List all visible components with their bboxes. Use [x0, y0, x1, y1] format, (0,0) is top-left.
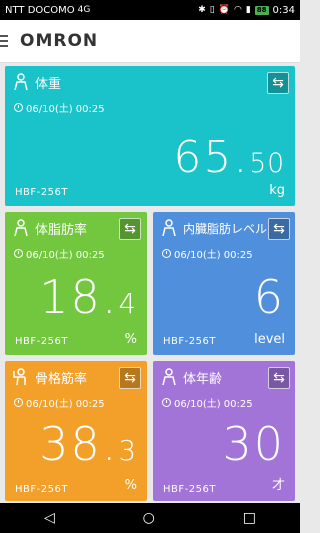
- clock-icon: [14, 249, 23, 258]
- carrier-label: NTT DOCOMO: [5, 4, 75, 16]
- swap-button[interactable]: ⇆: [268, 218, 290, 240]
- back-icon[interactable]: ◁: [44, 510, 55, 526]
- value-integer: 18.: [39, 270, 119, 324]
- card-title: 内臓脂肪レベル: [183, 221, 268, 236]
- device-label: HBF-256T: [163, 336, 216, 347]
- card-skeletal-muscle[interactable]: 骨格筋率 ⇆ 06/10(土) 00:25 38.3 % HBF-256T: [5, 361, 147, 501]
- unit-label: 才: [271, 478, 285, 493]
- system-nav-bar: ◁ ○ □: [0, 503, 300, 533]
- value-integer: 30: [222, 417, 285, 471]
- home-icon[interactable]: ○: [143, 510, 155, 526]
- measured-datetime: 06/10(土) 00:25: [26, 399, 105, 410]
- signal-icon: ▮: [245, 4, 251, 15]
- value-display: 6: [254, 274, 285, 320]
- battery-icon: 88: [254, 5, 269, 15]
- value-display: 38.3: [39, 421, 137, 467]
- bluetooth-icon: ✱: [198, 4, 206, 15]
- brand-logo: OMRON: [20, 31, 99, 51]
- swap-button[interactable]: ⇆: [267, 72, 289, 94]
- card-title: 体重: [35, 76, 62, 92]
- value-display: 65.50: [173, 136, 285, 180]
- measured-datetime: 06/10(土) 00:25: [174, 250, 253, 261]
- card-title: 体脂肪率: [35, 222, 88, 238]
- app-header: OMRON: [0, 20, 300, 63]
- person-icon: [162, 368, 176, 386]
- clock-icon: [162, 398, 171, 407]
- card-body-age[interactable]: 体年齢 ⇆ 06/10(土) 00:25 30 才 HBF-256T: [153, 361, 295, 501]
- value-integer: 38.: [39, 417, 119, 471]
- card-visceral-fat[interactable]: 内臓脂肪レベル ⇆ 06/10(土) 00:25 6 level HBF-256…: [153, 212, 295, 355]
- swap-button[interactable]: ⇆: [119, 218, 141, 240]
- device-label: HBF-256T: [15, 484, 68, 495]
- unit-label: %: [124, 332, 137, 347]
- clock-icon: [162, 249, 171, 258]
- device-label: HBF-256T: [15, 187, 68, 198]
- value-decimal: 3: [118, 434, 137, 467]
- device-label: HBF-256T: [163, 484, 216, 495]
- value-display: 18.4: [39, 274, 137, 320]
- unit-label: %: [124, 478, 137, 493]
- person-flex-icon: [13, 368, 26, 386]
- clock-time: 0:34: [272, 4, 295, 16]
- alarm-icon: ⏰: [218, 4, 230, 15]
- card-weight[interactable]: 体重 ⇆ 06/10(土) 00:25 65.50 kg HBF-256T: [5, 66, 295, 206]
- person-icon: [14, 73, 28, 91]
- value-display: 30: [222, 421, 285, 467]
- unit-label: kg: [269, 183, 285, 198]
- card-title: 骨格筋率: [35, 371, 88, 387]
- card-title: 体年齢: [183, 371, 223, 387]
- signal-badge-icon: 4G: [77, 4, 91, 15]
- clock-icon: [14, 103, 23, 112]
- person-icon: [162, 219, 176, 237]
- value-integer: 65.: [173, 132, 250, 183]
- value-integer: 6: [253, 270, 285, 324]
- swap-button[interactable]: ⇆: [268, 367, 290, 389]
- menu-icon[interactable]: [0, 20, 20, 62]
- measured-datetime: 06/10(土) 00:25: [26, 104, 105, 115]
- unit-label: level: [254, 332, 285, 347]
- value-decimal: 4: [118, 287, 137, 320]
- card-body-fat[interactable]: 体脂肪率 ⇆ 06/10(土) 00:25 18.4 % HBF-256T: [5, 212, 147, 355]
- vibrate-icon: ▯: [209, 4, 215, 15]
- status-bar: NTT DOCOMO 4G ✱ ▯ ⏰ ◠ ▮ 88 0:34: [0, 0, 300, 20]
- recent-apps-icon[interactable]: □: [243, 510, 256, 526]
- measured-datetime: 06/10(土) 00:25: [26, 250, 105, 261]
- person-icon: [14, 219, 28, 237]
- wifi-icon: ◠: [233, 4, 242, 15]
- device-label: HBF-256T: [15, 336, 68, 347]
- clock-icon: [14, 398, 23, 407]
- measured-datetime: 06/10(土) 00:25: [174, 399, 253, 410]
- swap-button[interactable]: ⇆: [119, 367, 141, 389]
- value-decimal: 50: [249, 148, 285, 179]
